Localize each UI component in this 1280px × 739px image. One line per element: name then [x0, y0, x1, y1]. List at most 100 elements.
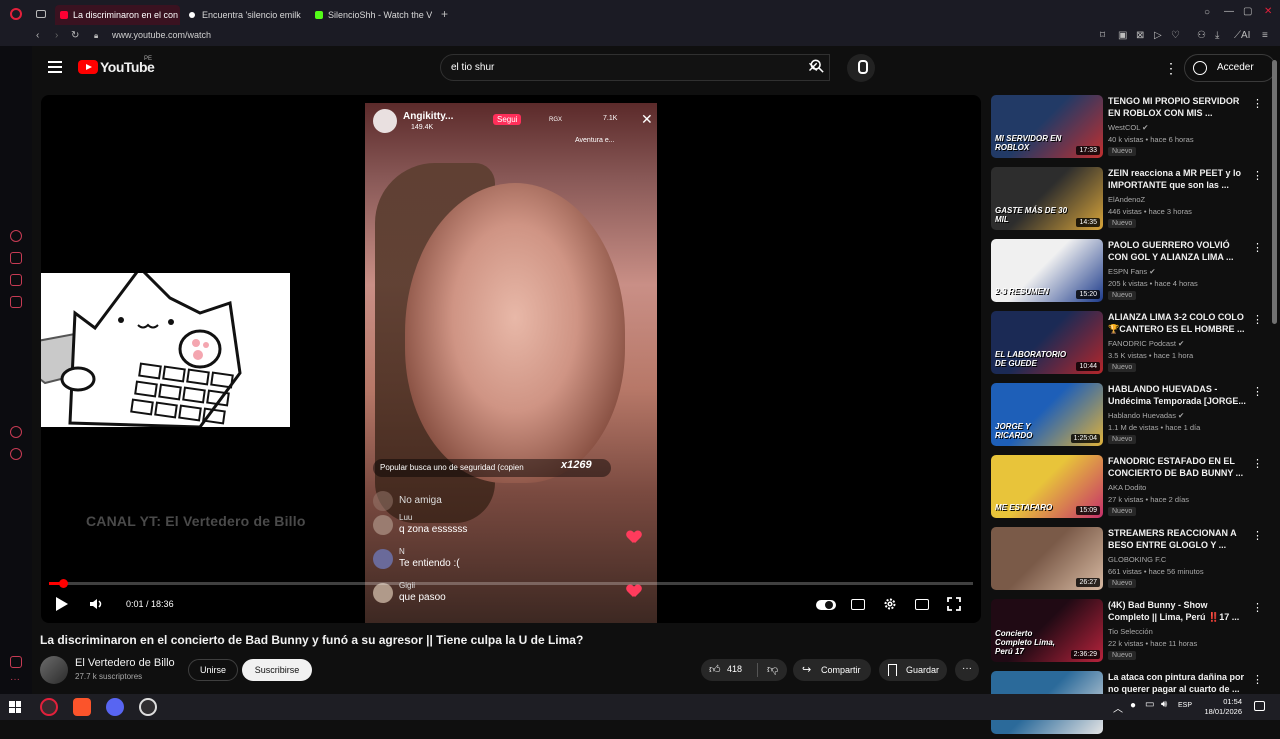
- search-tabs-icon[interactable]: ○: [1204, 7, 1210, 18]
- history-icon[interactable]: [10, 426, 22, 438]
- back-icon[interactable]: ‹: [36, 30, 39, 41]
- network-tray-icon[interactable]: ▭: [1145, 699, 1154, 710]
- recommendation-menu-icon[interactable]: ⋮: [1252, 169, 1263, 182]
- theater-mode-icon[interactable]: [915, 599, 929, 610]
- recommendation-card[interactable]: MI SERVIDOR EN ROBLOX 17:33 TENGO MI PROPI…: [991, 95, 1267, 163]
- recommendation-menu-icon[interactable]: ⋮: [1252, 313, 1263, 326]
- obs-taskbar-icon[interactable]: [139, 698, 157, 716]
- recommendation-title[interactable]: PAOLO GUERRERO VOLVIÓ CON GOL Y ALIANZA …: [1108, 239, 1250, 263]
- tab-overview-icon[interactable]: [36, 10, 46, 18]
- bookmark-icon[interactable]: ⌑: [1100, 30, 1105, 41]
- reload-icon[interactable]: ↻: [71, 30, 79, 41]
- windows-start-icon[interactable]: [9, 701, 21, 713]
- url-field[interactable]: www.youtube.com/watch: [112, 30, 211, 40]
- channel-name[interactable]: El Vertedero de Billo: [75, 657, 175, 669]
- extension-icon[interactable]: ⊠: [1136, 30, 1144, 41]
- music-icon[interactable]: [10, 296, 22, 308]
- send-icon[interactable]: ▷: [1154, 30, 1162, 41]
- recommendation-title[interactable]: TENGO MI PROPIO SERVIDOR EN ROBLOX CON M…: [1108, 95, 1250, 119]
- video-thumbnail[interactable]: MI SERVIDOR EN ROBLOX 17:33: [991, 95, 1103, 158]
- recommendation-card[interactable]: JORGE Y RICARDO 1:25:04 HABLANDO HUEVADAS …: [991, 383, 1267, 451]
- more-actions-button[interactable]: ···: [955, 659, 979, 681]
- settings-menu-icon[interactable]: ⋮: [1164, 60, 1178, 77]
- autoplay-toggle[interactable]: [816, 600, 836, 610]
- new-tab-button[interactable]: +: [441, 7, 448, 21]
- sign-in-button[interactable]: Acceder: [1184, 54, 1276, 82]
- subtitles-icon[interactable]: [851, 599, 865, 610]
- video-thumbnail[interactable]: Concierto Completo Lima, Perú 17 2:36:29: [991, 599, 1103, 662]
- search-box[interactable]: el tio shur ✕: [440, 54, 830, 81]
- recommendation-card[interactable]: Concierto Completo Lima, Perú 17 2:36:29 (…: [991, 599, 1267, 667]
- recommendation-menu-icon[interactable]: ⋮: [1252, 601, 1263, 614]
- heart-icon[interactable]: ♡: [1171, 30, 1180, 41]
- scrollbar-thumb[interactable]: [1272, 60, 1277, 324]
- voice-search-icon[interactable]: [847, 54, 875, 82]
- video-thumbnail[interactable]: GASTE MÁS DE 30 MIL 14:35: [991, 167, 1103, 230]
- recommendation-card[interactable]: GASTE MÁS DE 30 MIL 14:35 ZEIN reacciona a…: [991, 167, 1267, 235]
- extensions-rail-icon[interactable]: [10, 656, 22, 668]
- opera-logo-icon[interactable]: [10, 8, 22, 20]
- tray-chevron-icon[interactable]: ︿: [1113, 700, 1123, 715]
- aria-ai-button[interactable]: ⟋AI: [1234, 30, 1250, 41]
- settings-icon[interactable]: [10, 448, 22, 460]
- mic-tray-icon[interactable]: ●: [1130, 700, 1136, 711]
- video-thumbnail[interactable]: EL LABORATORIO DE GUEDE 10:44: [991, 311, 1103, 374]
- play-button[interactable]: [56, 597, 68, 611]
- volume-tray-icon[interactable]: 🔊︎: [1161, 699, 1167, 710]
- recommendation-channel[interactable]: AKA Dodito: [1108, 483, 1146, 492]
- fullscreen-icon[interactable]: [947, 597, 961, 611]
- recommendation-card[interactable]: 2-3 RESUMEN 15:20 PAOLO GUERRERO VOLVIÓ CO…: [991, 239, 1267, 307]
- system-clock[interactable]: 01:54 18/01/2026: [1200, 697, 1242, 717]
- recommendation-title[interactable]: ZEIN reacciona a MR PEET y lo IMPORTANTE…: [1108, 167, 1250, 191]
- recommendation-title[interactable]: FANODRIC ESTAFADO EN EL CONCIERTO DE BAD…: [1108, 455, 1250, 479]
- opera-taskbar-icon[interactable]: [40, 698, 58, 716]
- recommendation-channel[interactable]: Hablando Huevadas ✔: [1108, 411, 1184, 420]
- recommendation-channel[interactable]: GLOBOKING F.C: [1108, 555, 1166, 564]
- like-button[interactable]: 👍︎ 418: [701, 659, 757, 681]
- recommendation-card[interactable]: EL LABORATORIO DE GUEDE 10:44 ALIANZA LIMA…: [991, 311, 1267, 379]
- more-rail-icon[interactable]: ···: [10, 674, 22, 686]
- channel-avatar[interactable]: [40, 656, 68, 684]
- recommendation-menu-icon[interactable]: ⋮: [1252, 97, 1263, 110]
- video-thumbnail[interactable]: JORGE Y RICARDO 1:25:04: [991, 383, 1103, 446]
- subscribe-button[interactable]: Suscribirse: [242, 659, 312, 681]
- recommendation-title[interactable]: (4K) Bad Bunny - Show Completo || Lima, …: [1108, 599, 1250, 623]
- tab-kick[interactable]: SilencioShh - Watch the V: [310, 5, 432, 25]
- dislike-button[interactable]: 👎︎: [761, 659, 787, 681]
- forward-icon[interactable]: ›: [55, 30, 58, 41]
- recommendation-channel[interactable]: Tio Selección: [1108, 627, 1153, 636]
- recommendation-menu-icon[interactable]: ⋮: [1252, 673, 1263, 686]
- minimize-button[interactable]: —: [1224, 6, 1234, 17]
- recommendation-title[interactable]: HABLANDO HUEVADAS - Undécima Temporada […: [1108, 383, 1250, 407]
- notifications-icon[interactable]: [1254, 701, 1265, 711]
- brave-taskbar-icon[interactable]: [73, 698, 91, 716]
- snapshot-icon[interactable]: ▣: [1118, 30, 1127, 41]
- video-thumbnail[interactable]: 26:27: [991, 527, 1103, 590]
- youtube-logo-icon[interactable]: [78, 60, 98, 74]
- recommendation-channel[interactable]: WestCOL ✔: [1108, 123, 1148, 132]
- video-thumbnail[interactable]: 2-3 RESUMEN 15:20: [991, 239, 1103, 302]
- join-button[interactable]: Unirse: [188, 659, 238, 681]
- scrubber-handle[interactable]: [58, 579, 68, 588]
- discord-taskbar-icon[interactable]: [106, 698, 124, 716]
- shopping-icon[interactable]: [10, 252, 22, 264]
- maximize-button[interactable]: ▢: [1243, 6, 1252, 17]
- aria-icon[interactable]: [10, 230, 22, 242]
- hamburger-menu-icon[interactable]: [48, 61, 62, 76]
- recommendation-menu-icon[interactable]: ⋮: [1252, 385, 1263, 398]
- recommendation-menu-icon[interactable]: ⋮: [1252, 529, 1263, 542]
- messenger-icon[interactable]: [10, 274, 22, 286]
- download-icon[interactable]: ⤓: [1215, 30, 1219, 41]
- tab-tiktok[interactable]: Encuentra 'silencio emilk: [184, 5, 302, 25]
- browser-menu-icon[interactable]: ≡: [1262, 30, 1268, 41]
- video-player[interactable]: Angikitty... 149.4K Segui RGX 7.1K ✕ Ave…: [41, 95, 981, 623]
- profile-icon[interactable]: ⚇: [1197, 30, 1206, 41]
- recommendation-channel[interactable]: ESPN Fans ✔: [1108, 267, 1156, 276]
- recommendation-channel[interactable]: FANODRIC Podcast ✔: [1108, 339, 1184, 348]
- video-thumbnail[interactable]: ME ESTAFARO 15:09: [991, 455, 1103, 518]
- progress-bar[interactable]: [49, 579, 973, 588]
- save-button[interactable]: Guardar: [879, 659, 947, 681]
- settings-gear-icon[interactable]: [883, 597, 897, 611]
- tab-youtube[interactable]: La discriminaron en el con: [55, 5, 180, 25]
- language-indicator[interactable]: ESP: [1178, 702, 1192, 709]
